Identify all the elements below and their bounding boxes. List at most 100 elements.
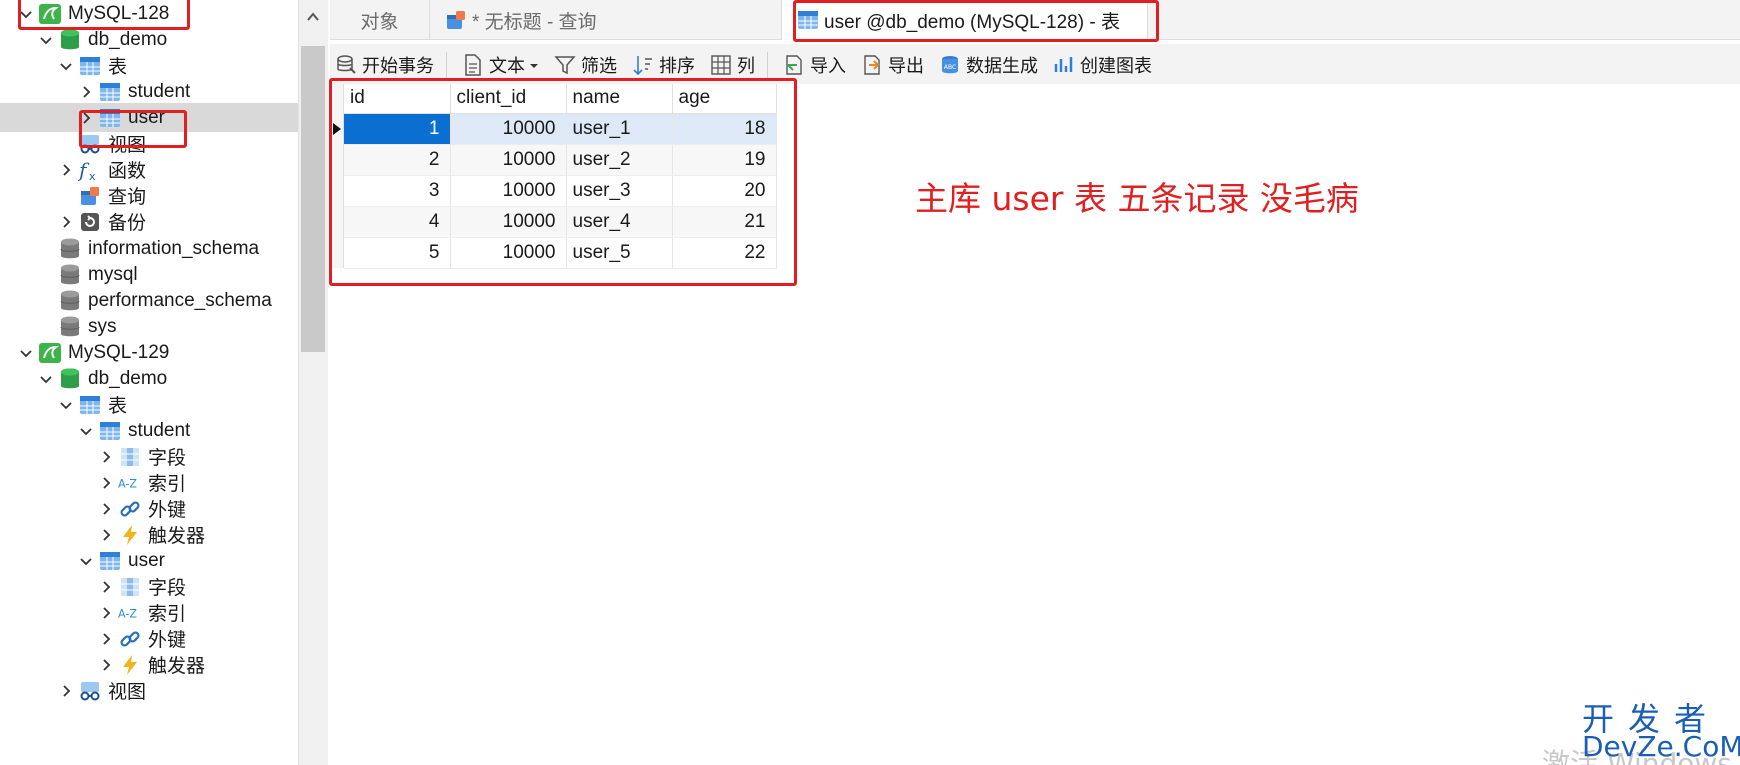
highlight-box-connection (18, 0, 190, 30)
chevron-right-icon[interactable] (96, 473, 116, 493)
chevron-right-icon[interactable] (56, 160, 76, 180)
tree-item-mysql-129[interactable]: MySQL-129 (0, 338, 298, 367)
tab-objects-label: 对象 (360, 11, 399, 33)
foreign-key-icon (118, 497, 142, 521)
tree-item-label: 外键 (148, 500, 187, 521)
tree-item-performance-schema[interactable]: performance_schema (0, 286, 298, 315)
database-active-icon (58, 367, 82, 391)
chevron-right-icon[interactable] (76, 82, 96, 102)
chevron-right-icon[interactable] (96, 499, 116, 519)
tree-item-label: 字段 (148, 448, 187, 469)
tree-item-db-demo[interactable]: db_demo (0, 364, 298, 393)
chart-icon (1052, 53, 1076, 77)
tree-item-label: 查询 (108, 187, 147, 208)
index-icon: A-Z (118, 471, 142, 495)
text-view-label: 文本 (489, 56, 525, 76)
chevron-down-icon[interactable] (76, 421, 96, 441)
query-icon (444, 8, 468, 32)
chevron-down-icon[interactable] (36, 30, 56, 50)
scrollbar-thumb[interactable] (301, 46, 325, 352)
tree-item-sys[interactable]: sys (0, 312, 298, 341)
chevron-right-icon[interactable] (96, 447, 116, 467)
tree-item-[interactable]: A-Z 索引 (0, 468, 298, 497)
chevron-down-icon[interactable] (36, 369, 56, 389)
tree-item-[interactable]: 视图 (0, 676, 298, 705)
tree-item-[interactable]: 查询 (0, 181, 298, 210)
site-watermark-en: DevZe.CoM (1582, 730, 1740, 763)
create-chart-label: 创建图表 (1080, 56, 1152, 76)
tree-item-[interactable]: f x 函数 (0, 155, 298, 184)
svg-text:x: x (89, 170, 96, 182)
tree-item-student[interactable]: student (0, 416, 298, 445)
scroll-up-icon[interactable] (298, 4, 328, 30)
tree-item-[interactable]: 字段 (0, 442, 298, 471)
chevron-right-icon[interactable] (56, 212, 76, 232)
text-view-button[interactable]: 文本 (461, 52, 539, 78)
columns-button[interactable]: 列 (709, 52, 755, 78)
transaction-icon (334, 53, 358, 77)
tree-item-[interactable]: 表 (0, 51, 298, 80)
import-icon (782, 53, 806, 77)
filter-icon (553, 53, 577, 77)
chevron-right-icon[interactable] (96, 525, 116, 545)
function-icon: fx (78, 158, 102, 182)
import-button[interactable]: 导入 (782, 52, 846, 78)
tree-item-[interactable]: 外键 (0, 624, 298, 653)
begin-transaction-button[interactable]: 开始事务 (334, 52, 434, 78)
tree-item-label: performance_schema (88, 289, 272, 311)
tree-item-label: 字段 (148, 578, 187, 599)
tab-untitled-query[interactable]: * 无标题 - 查询 (430, 0, 782, 40)
tab-objects[interactable]: 对象 (330, 0, 430, 40)
chevron-down-icon[interactable] (16, 343, 36, 363)
chevron-down-icon[interactable] (56, 56, 76, 76)
svg-text:A-Z: A-Z (118, 607, 137, 620)
table-icon (98, 549, 122, 573)
tree-item-[interactable]: 触发器 (0, 520, 298, 549)
tree-item-label: db_demo (88, 367, 168, 389)
tree-item-user[interactable]: user (0, 546, 298, 575)
chevron-right-icon[interactable] (56, 681, 76, 701)
chevron-down-icon[interactable] (529, 55, 539, 76)
filter-button[interactable]: 筛选 (553, 52, 617, 78)
trigger-icon (118, 653, 142, 677)
annotation-note: 主库 user 表 五条记录 没毛病 (915, 179, 1359, 218)
grid-columns-icon (709, 53, 733, 77)
svg-text:ABC: ABC (944, 64, 956, 71)
data-generation-label: 数据生成 (966, 56, 1038, 76)
tree-item-[interactable]: A-Z 索引 (0, 598, 298, 627)
tree-item-label: 触发器 (148, 656, 206, 677)
table-group-icon (78, 393, 102, 417)
chevron-right-icon[interactable] (96, 603, 116, 623)
tree-item-label: sys (88, 315, 117, 337)
tree-item-[interactable]: 外键 (0, 494, 298, 523)
tree-item-label: 备份 (108, 213, 147, 234)
tree-item-label: 外键 (148, 630, 187, 651)
chevron-down-icon[interactable] (76, 551, 96, 571)
tree-item-mysql[interactable]: mysql (0, 260, 298, 289)
data-generation-button[interactable]: ABC 数据生成 (938, 52, 1038, 78)
tree-item-[interactable]: 触发器 (0, 650, 298, 679)
tree-item-student[interactable]: student (0, 77, 298, 106)
fields-icon (118, 445, 142, 469)
create-chart-button[interactable]: 创建图表 (1052, 52, 1152, 78)
chevron-right-icon[interactable] (96, 655, 116, 675)
view-icon (78, 679, 102, 703)
tree-item-[interactable]: 字段 (0, 572, 298, 601)
tree-item-information-schema[interactable]: information_schema (0, 234, 298, 263)
export-icon (860, 53, 884, 77)
sort-button[interactable]: 排序 (631, 52, 695, 78)
sort-icon (631, 53, 655, 77)
export-button[interactable]: 导出 (860, 52, 924, 78)
chevron-right-icon[interactable] (96, 629, 116, 649)
chevron-right-icon[interactable] (96, 577, 116, 597)
database-icon (58, 237, 82, 261)
begin-transaction-label: 开始事务 (362, 56, 434, 76)
chevron-down-icon[interactable] (56, 395, 76, 415)
tree-item-[interactable]: 表 (0, 390, 298, 419)
tree-item-[interactable]: 备份 (0, 207, 298, 236)
tab-query-label: * 无标题 - 查询 (472, 11, 597, 33)
